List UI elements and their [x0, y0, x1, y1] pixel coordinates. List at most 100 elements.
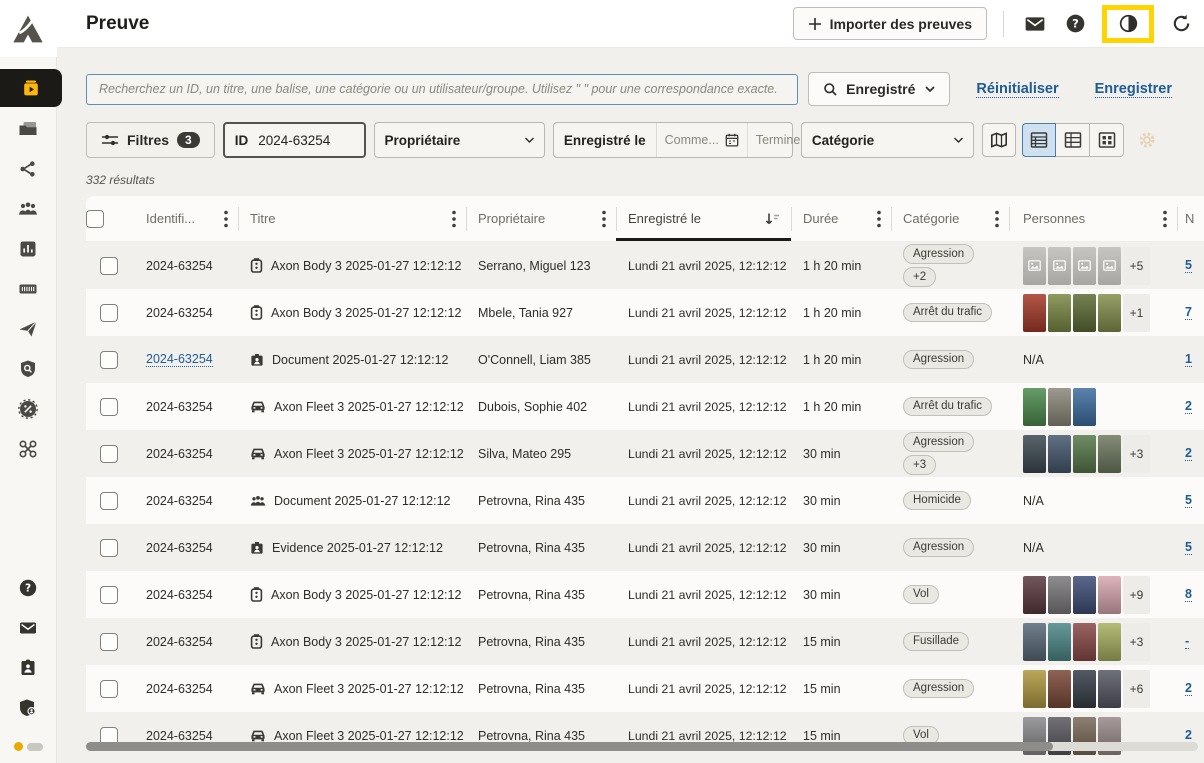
- person-thumbnail[interactable]: [1073, 435, 1096, 473]
- row-checkbox[interactable]: [100, 257, 118, 275]
- sidebar-item-messages[interactable]: [0, 608, 57, 648]
- row-checkbox[interactable]: [100, 492, 118, 510]
- id-filter[interactable]: ID 2024-63254: [223, 122, 366, 158]
- column-header-duration[interactable]: Durée: [791, 196, 891, 241]
- person-thumbnail[interactable]: [1023, 576, 1046, 614]
- horizontal-scrollbar[interactable]: [86, 742, 1198, 751]
- kebab-menu-icon[interactable]: [995, 210, 999, 228]
- people-count-link[interactable]: 5: [1185, 258, 1192, 273]
- column-header-title[interactable]: Titre: [238, 196, 466, 241]
- more-people-count[interactable]: +3: [1123, 623, 1150, 661]
- sidebar-item-contacts[interactable]: [0, 648, 57, 688]
- column-header-id[interactable]: Identifi...: [132, 196, 238, 241]
- sidebar-item-quality[interactable]: [0, 389, 57, 429]
- row-checkbox[interactable]: [100, 304, 118, 322]
- people-count-link[interactable]: 2: [1185, 446, 1192, 461]
- people-count-link[interactable]: 5: [1185, 493, 1192, 508]
- kebab-menu-icon[interactable]: [224, 210, 228, 228]
- sidebar-item-share[interactable]: [0, 149, 57, 189]
- more-people-count[interactable]: +6: [1123, 670, 1150, 708]
- kebab-menu-icon[interactable]: [452, 210, 456, 228]
- sort-descending-icon[interactable]: [764, 211, 781, 227]
- start-date-field[interactable]: Comme...: [656, 123, 747, 157]
- owner-filter-dropdown[interactable]: Propriétaire: [374, 122, 545, 158]
- person-thumbnail[interactable]: [1073, 576, 1096, 614]
- save-search-link[interactable]: Enregistrer: [1095, 81, 1172, 98]
- select-all-checkbox[interactable]: [86, 210, 104, 228]
- row-checkbox[interactable]: [100, 680, 118, 698]
- person-thumbnail[interactable]: [1048, 670, 1071, 708]
- sidebar-item-people[interactable]: [0, 189, 57, 229]
- people-count-link[interactable]: -: [1185, 634, 1189, 649]
- settings-gear-icon[interactable]: [1136, 129, 1158, 151]
- map-view-button[interactable]: [982, 123, 1016, 157]
- contrast-toggle-button[interactable]: [1116, 12, 1140, 36]
- person-thumbnail[interactable]: [1098, 623, 1121, 661]
- refresh-button[interactable]: [1166, 9, 1196, 39]
- sidebar-item-air[interactable]: [0, 429, 57, 469]
- more-people-count[interactable]: +5: [1123, 247, 1150, 285]
- person-thumbnail[interactable]: [1073, 388, 1096, 426]
- sidebar-item-cases[interactable]: [0, 109, 57, 149]
- row-checkbox[interactable]: [100, 398, 118, 416]
- messages-button[interactable]: [1020, 9, 1050, 39]
- person-thumbnail-placeholder[interactable]: [1098, 247, 1121, 285]
- people-count-link[interactable]: 2: [1185, 681, 1192, 696]
- column-header-category[interactable]: Catégorie: [891, 196, 1009, 241]
- reset-link[interactable]: Réinitialiser: [976, 81, 1058, 98]
- more-people-count[interactable]: +1: [1123, 294, 1150, 332]
- person-thumbnail[interactable]: [1098, 576, 1121, 614]
- person-thumbnail[interactable]: [1073, 294, 1096, 332]
- more-people-count[interactable]: +9: [1123, 576, 1150, 614]
- row-checkbox[interactable]: [100, 539, 118, 557]
- saved-searches-dropdown[interactable]: Enregistré: [808, 72, 950, 106]
- grid-view-button[interactable]: [1090, 123, 1124, 157]
- filters-button[interactable]: Filtres 3: [86, 122, 215, 158]
- person-thumbnail[interactable]: [1048, 576, 1071, 614]
- scrollbar-thumb[interactable]: [86, 742, 1053, 751]
- person-thumbnail[interactable]: [1048, 294, 1071, 332]
- person-thumbnail[interactable]: [1098, 435, 1121, 473]
- person-thumbnail[interactable]: [1098, 294, 1121, 332]
- row-checkbox[interactable]: [100, 351, 118, 369]
- person-thumbnail-placeholder[interactable]: [1048, 247, 1071, 285]
- sidebar-item-help[interactable]: ?: [0, 568, 57, 608]
- kebab-menu-icon[interactable]: [602, 210, 606, 228]
- person-thumbnail-placeholder[interactable]: [1073, 247, 1096, 285]
- list-view-button[interactable]: [1022, 123, 1056, 157]
- person-thumbnail[interactable]: [1023, 670, 1046, 708]
- import-evidence-button[interactable]: Importer des preuves: [793, 7, 987, 40]
- sidebar-item-evidence[interactable]: [0, 69, 62, 107]
- person-thumbnail[interactable]: [1048, 623, 1071, 661]
- sidebar-item-analytics[interactable]: [0, 229, 57, 269]
- column-header-owner[interactable]: Propriétaire: [466, 196, 616, 241]
- evidence-id-link[interactable]: 2024-63254: [146, 352, 213, 367]
- row-checkbox[interactable]: [100, 633, 118, 651]
- column-header-n[interactable]: N: [1177, 196, 1204, 241]
- search-input[interactable]: [86, 74, 798, 105]
- category-filter-dropdown[interactable]: Catégorie: [801, 122, 974, 158]
- people-count-link[interactable]: 8: [1185, 587, 1192, 602]
- more-people-count[interactable]: +3: [1123, 435, 1150, 473]
- column-header-recorded[interactable]: Enregistré le: [616, 196, 791, 241]
- person-thumbnail[interactable]: [1023, 435, 1046, 473]
- table-view-button[interactable]: [1056, 123, 1090, 157]
- sidebar-item-barcode[interactable]: [0, 269, 57, 309]
- person-thumbnail[interactable]: [1048, 435, 1071, 473]
- sidebar-item-dispatch[interactable]: [0, 309, 57, 349]
- person-thumbnail[interactable]: [1023, 623, 1046, 661]
- person-thumbnail-placeholder[interactable]: [1023, 247, 1046, 285]
- column-header-people[interactable]: Personnes: [1009, 196, 1177, 241]
- id-filter-value[interactable]: 2024-63254: [258, 133, 340, 148]
- person-thumbnail[interactable]: [1098, 670, 1121, 708]
- person-thumbnail[interactable]: [1048, 388, 1071, 426]
- help-button[interactable]: ?: [1060, 9, 1090, 39]
- person-thumbnail[interactable]: [1073, 670, 1096, 708]
- people-count-link[interactable]: 1: [1185, 352, 1192, 367]
- sidebar-item-account[interactable]: [0, 688, 57, 728]
- person-thumbnail[interactable]: [1023, 388, 1046, 426]
- kebab-menu-icon[interactable]: [877, 210, 881, 228]
- people-count-link[interactable]: 2: [1185, 728, 1192, 743]
- kebab-menu-icon[interactable]: [1163, 210, 1167, 228]
- people-count-link[interactable]: 7: [1185, 305, 1192, 320]
